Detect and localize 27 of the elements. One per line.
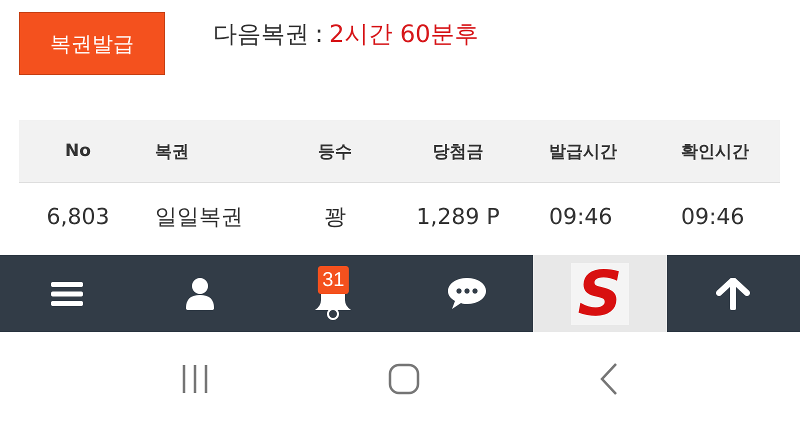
- issue-button[interactable]: 복권발급: [19, 12, 165, 75]
- column-header: 등수: [317, 140, 353, 162]
- nav-item[interactable]: S: [533, 255, 667, 332]
- table-cell-text: 꽝: [323, 204, 347, 232]
- home-icon[interactable]: [388, 363, 420, 395]
- nav-item[interactable]: 31: [266, 255, 400, 332]
- remaining-time: 2시간 60분후: [329, 18, 479, 50]
- logo: S: [570, 262, 629, 324]
- column-header: 확인시간: [680, 140, 750, 162]
- table-cell-text: 6,803: [46, 204, 110, 230]
- notification-count: 31: [318, 266, 348, 294]
- user-icon: [186, 278, 214, 310]
- table-cell-text: 09:46: [680, 204, 746, 230]
- separator: :: [315, 20, 324, 48]
- table-cell-text: 일일복권: [154, 204, 244, 232]
- arrow-up-icon: [716, 278, 750, 310]
- recents-icon[interactable]: [182, 364, 208, 394]
- table-cell-text: 1,289 P: [415, 204, 501, 230]
- column-header: 복권: [154, 140, 190, 162]
- column-header: 발급시간: [548, 140, 618, 162]
- table-cell-text: 09:46: [548, 204, 614, 230]
- menu-icon: [50, 282, 83, 306]
- next-lottery-label: 다음복권: [213, 18, 309, 50]
- column-header: No: [64, 141, 92, 161]
- back-icon[interactable]: [600, 363, 618, 395]
- column-header: 당첨금: [432, 140, 484, 162]
- chat-icon: [448, 278, 486, 310]
